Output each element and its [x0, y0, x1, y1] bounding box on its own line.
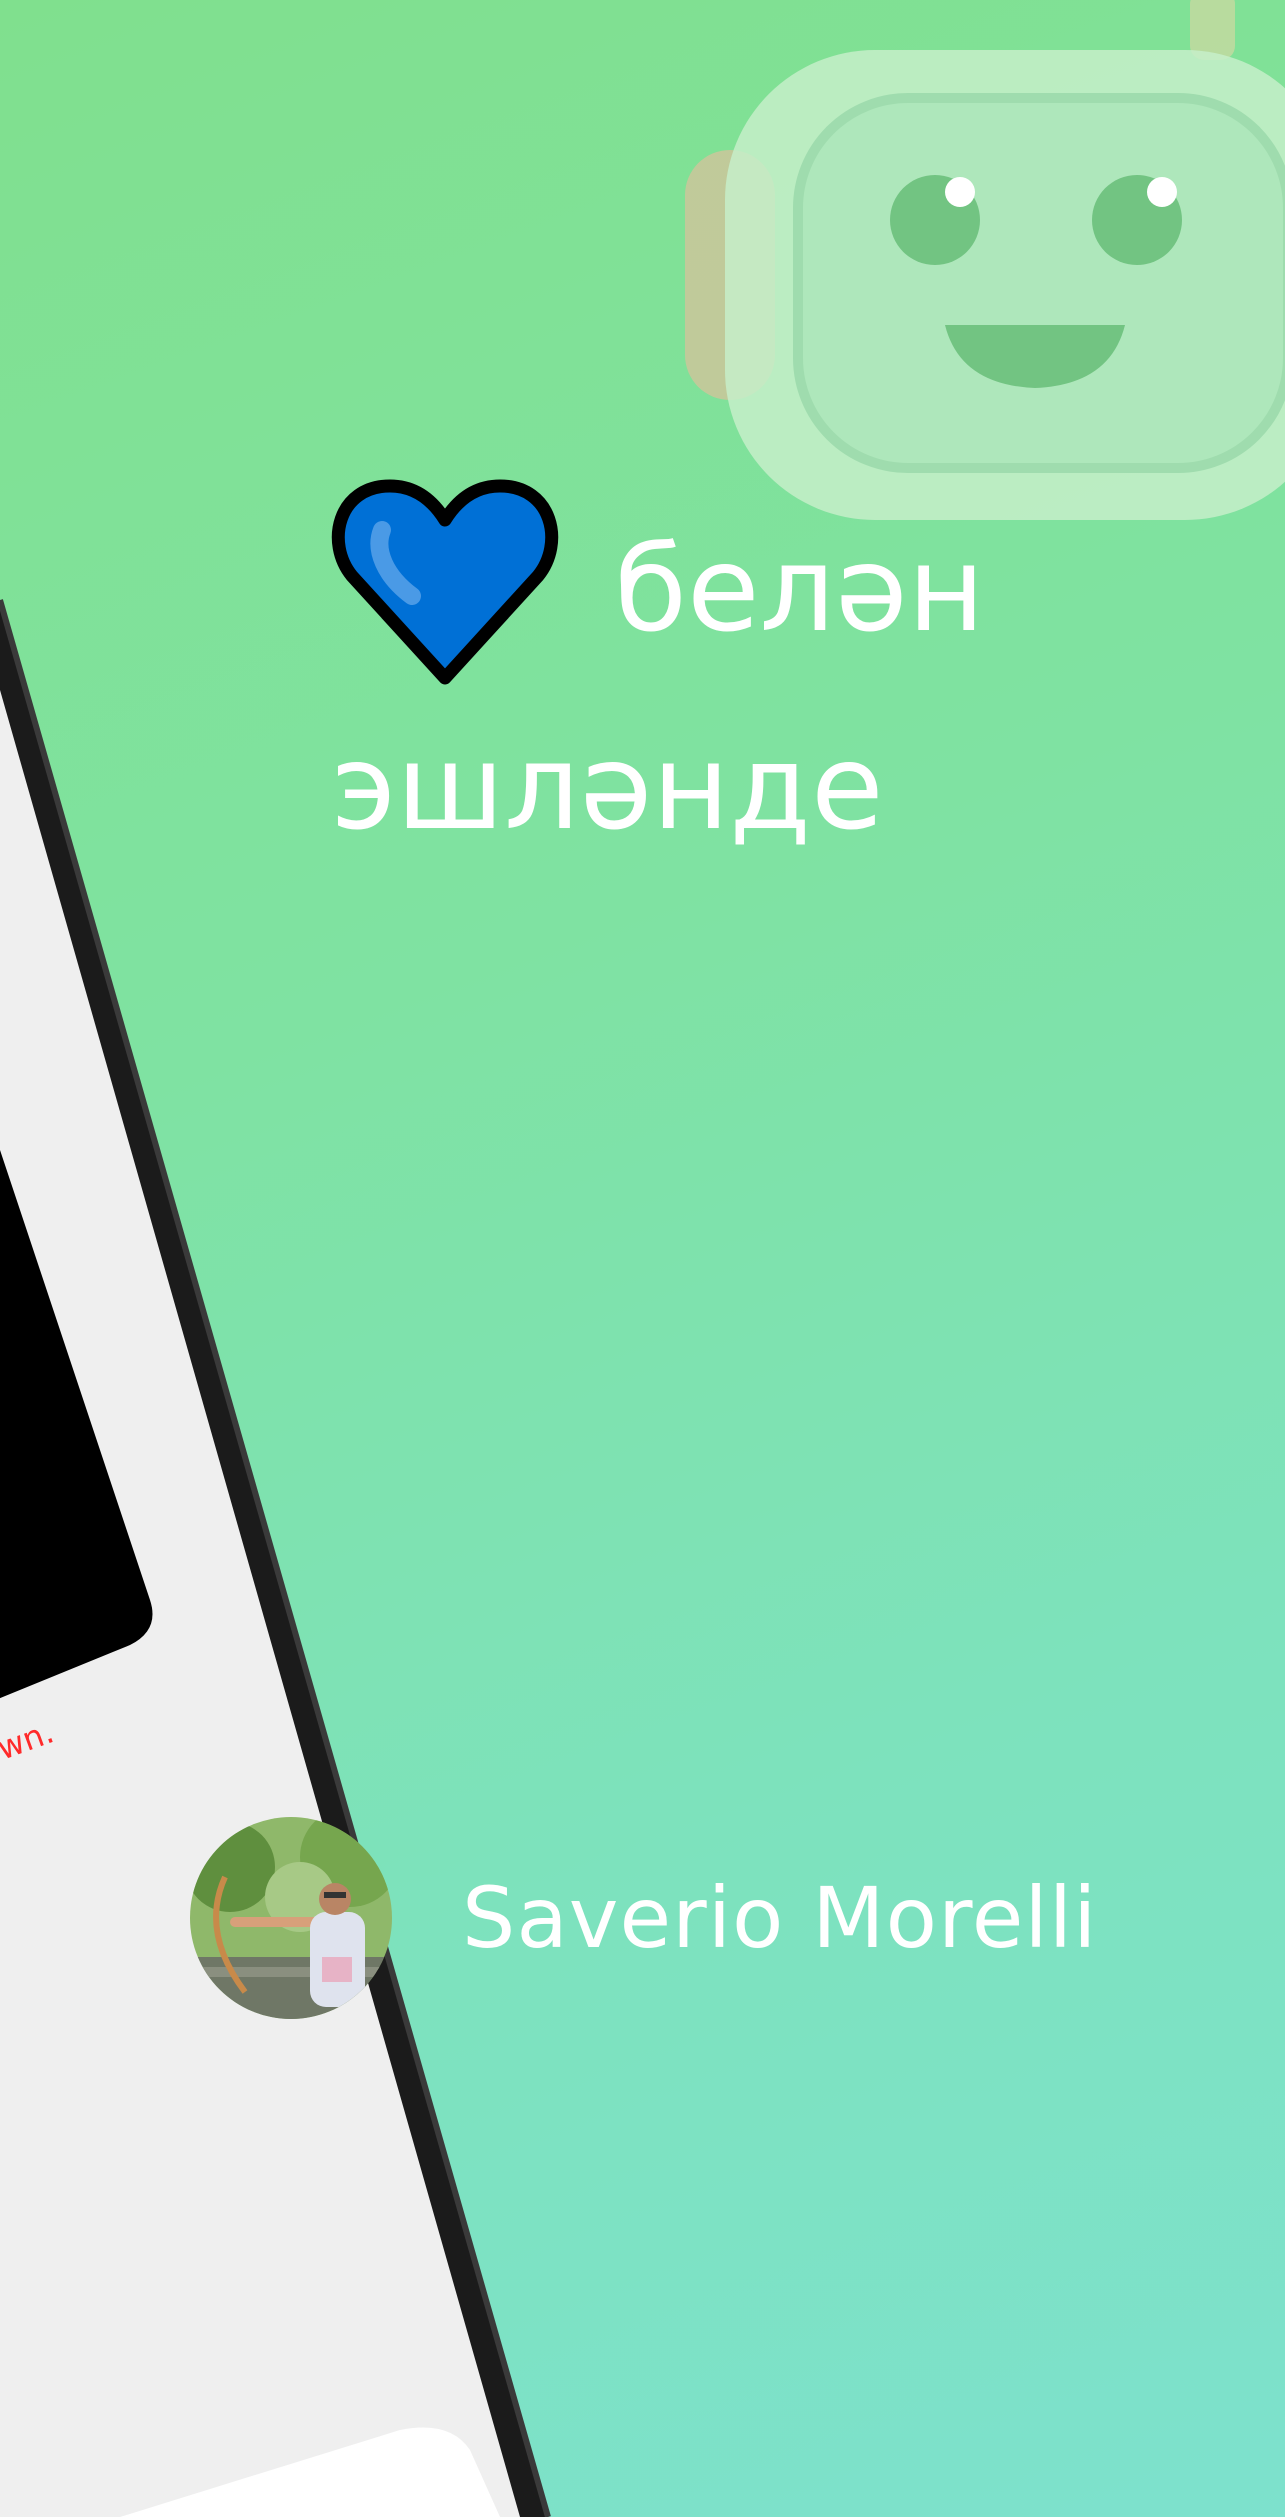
headline-line-2: эшләнде: [331, 718, 884, 856]
headline-line-1: белән: [614, 520, 985, 658]
phone-warning-line-1: p.: [0, 1674, 45, 1738]
phone-warning-text: p. own.: [0, 1674, 59, 1775]
blue-heart-icon: [330, 478, 560, 688]
phone-warning-line-2: own.: [0, 1712, 59, 1775]
robot-mascot-icon: [670, 0, 1285, 550]
headline: белән эшләнде: [0, 479, 1285, 886]
archer-photo-avatar: [190, 1816, 392, 2019]
promo-background: белән эшләнде p. own.: [0, 0, 1285, 2517]
author-name: Saverio Morelli: [462, 1868, 1098, 1967]
author-credit: Saverio Morelli: [190, 1815, 1097, 2020]
